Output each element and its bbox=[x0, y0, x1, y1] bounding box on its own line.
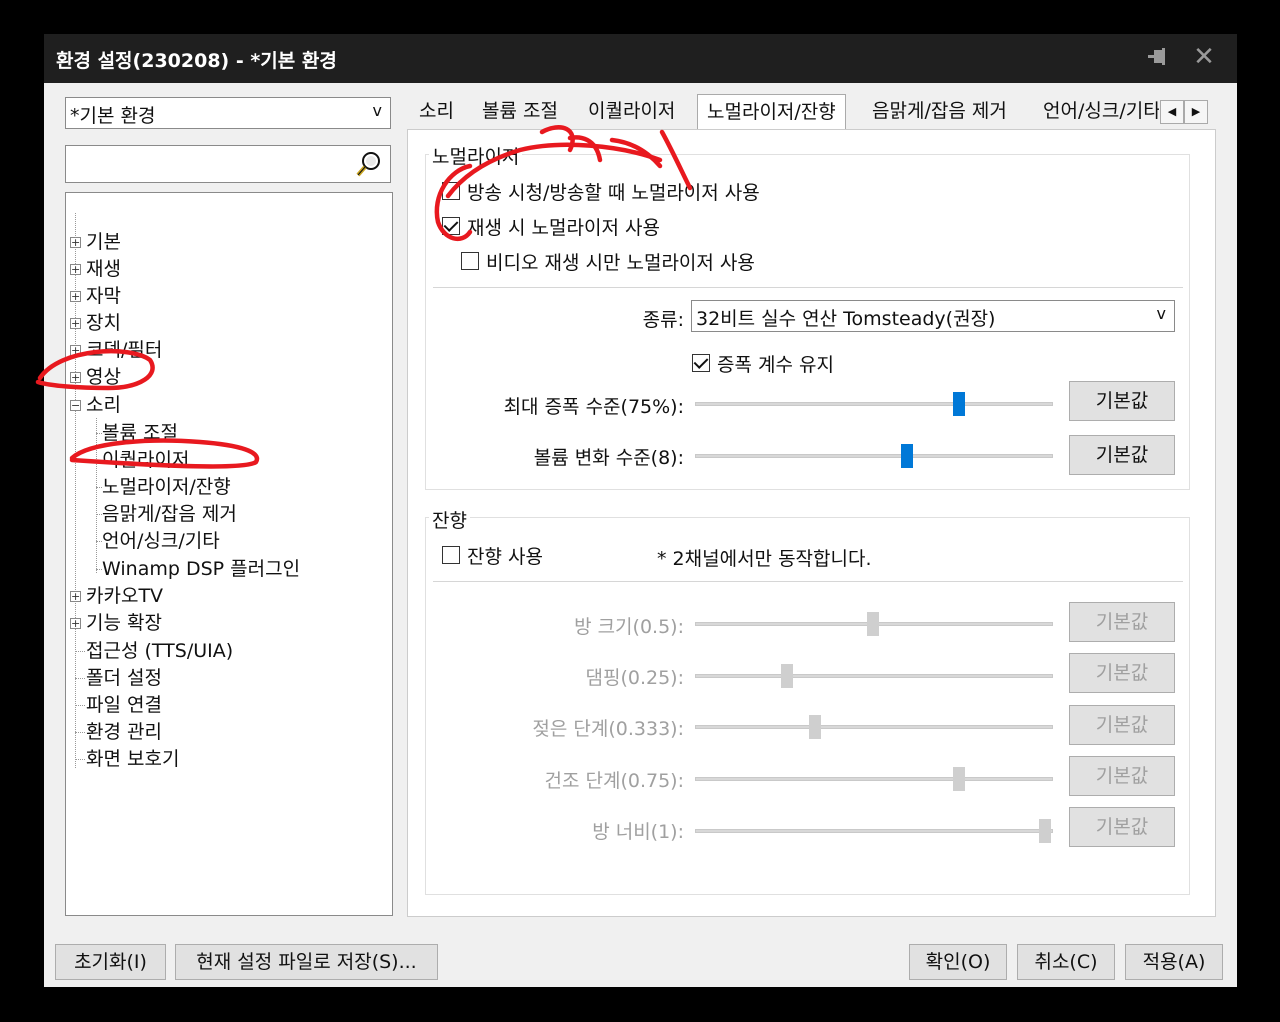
tab-panel: 노멀라이저 방송 시청/방송할 때 노멀라이저 사용 재생 시 노멀라이저 사용… bbox=[407, 129, 1216, 917]
normalizer-type-select[interactable]: 32비트 실수 연산 Tomsteady(권장) v bbox=[691, 300, 1175, 332]
damping-label: 댐핑(0.25): bbox=[585, 667, 685, 689]
expand-icon[interactable]: + bbox=[70, 345, 81, 356]
settings-tree: + 기본 + 재생 + 자막 + 장치 + 코덱/필터 + 영상 − 소리 볼륨 bbox=[65, 192, 393, 916]
preset-select[interactable]: *기본 환경 v bbox=[65, 97, 391, 129]
dry-level-slider[interactable] bbox=[695, 777, 1053, 781]
tree-item-file-association[interactable]: 파일 연결 bbox=[86, 692, 162, 718]
keep-gain-label: 증폭 계수 유지 bbox=[717, 354, 834, 376]
expand-icon[interactable]: + bbox=[70, 264, 81, 275]
reverb-enable-checkbox[interactable] bbox=[442, 546, 460, 564]
tab-equalizer[interactable]: 이퀄라이저 bbox=[588, 96, 675, 128]
max-gain-label: 최대 증폭 수준(75%): bbox=[503, 396, 684, 418]
room-size-slider-thumb[interactable] bbox=[867, 612, 879, 636]
preset-value: *기본 환경 bbox=[70, 105, 156, 127]
room-size-default-button[interactable]: 기본값 bbox=[1069, 602, 1175, 642]
cancel-button[interactable]: 취소(C) bbox=[1017, 944, 1115, 980]
expand-icon[interactable]: + bbox=[70, 237, 81, 248]
playback-normalizer-checkbox[interactable] bbox=[442, 217, 460, 235]
tree-item-screensaver[interactable]: 화면 보호기 bbox=[86, 746, 179, 772]
title-bar: 환경 설정(230208) - *기본 환경 ✕ bbox=[44, 34, 1237, 83]
tab-scroll-right-icon[interactable]: ▶ bbox=[1184, 100, 1208, 124]
tab-scroll-left-icon[interactable]: ◀ bbox=[1160, 100, 1184, 124]
playback-normalizer-label: 재생 시 노멀라이저 사용 bbox=[467, 217, 660, 239]
tree-item-language-sync[interactable]: 언어/싱크/기타 bbox=[102, 528, 220, 554]
volume-change-default-button[interactable]: 기본값 bbox=[1069, 435, 1175, 475]
expand-icon[interactable]: + bbox=[70, 318, 81, 329]
tab-language-sync[interactable]: 언어/싱크/기타 bbox=[1043, 96, 1159, 128]
reverb-note: * 2채널에서만 동작합니다. bbox=[657, 548, 872, 570]
max-gain-slider[interactable] bbox=[695, 402, 1053, 406]
normalizer-type-label: 종류: bbox=[642, 309, 684, 331]
max-gain-default-button[interactable]: 기본값 bbox=[1069, 381, 1175, 421]
wet-level-slider[interactable] bbox=[695, 725, 1053, 729]
broadcast-normalizer-checkbox[interactable] bbox=[442, 182, 460, 200]
normalizer-type-value: 32비트 실수 연산 Tomsteady(권장) bbox=[696, 308, 996, 330]
save-to-file-button[interactable]: 현재 설정 파일로 저장(S)... bbox=[175, 944, 438, 980]
reverb-group-label: 잔향 bbox=[429, 506, 470, 533]
wet-level-slider-thumb[interactable] bbox=[809, 715, 821, 739]
tree-item-volume-control[interactable]: 볼륨 조절 bbox=[102, 420, 178, 446]
max-gain-slider-thumb[interactable] bbox=[953, 392, 965, 416]
chevron-down-icon: v bbox=[372, 101, 382, 120]
volume-change-slider[interactable] bbox=[695, 454, 1053, 458]
volume-change-slider-thumb[interactable] bbox=[901, 444, 913, 468]
tree-item-accessibility[interactable]: 접근성 (TTS/UIA) bbox=[86, 638, 233, 664]
reset-button[interactable]: 초기화(I) bbox=[55, 944, 166, 980]
room-size-label: 방 크기(0.5): bbox=[574, 616, 684, 638]
expand-icon[interactable]: + bbox=[70, 618, 81, 629]
broadcast-normalizer-label: 방송 시청/방송할 때 노멀라이저 사용 bbox=[467, 182, 760, 204]
collapse-icon[interactable]: − bbox=[70, 400, 81, 411]
wet-level-default-button[interactable]: 기본값 bbox=[1069, 705, 1175, 745]
video-only-normalizer-label: 비디오 재생 시만 노멀라이저 사용 bbox=[486, 252, 755, 274]
tree-item-preset-manager[interactable]: 환경 관리 bbox=[86, 719, 162, 745]
room-width-slider-thumb[interactable] bbox=[1039, 819, 1051, 843]
expand-icon[interactable]: + bbox=[70, 372, 81, 383]
reverb-enable-label: 잔향 사용 bbox=[467, 546, 543, 568]
keep-gain-checkbox[interactable] bbox=[692, 354, 710, 372]
tree-item-normalizer-reverb[interactable]: 노멀라이저/잔향 bbox=[102, 474, 231, 500]
settings-window: 환경 설정(230208) - *기본 환경 ✕ *기본 환경 v + 기본 + bbox=[44, 34, 1237, 987]
wet-level-label: 젖은 단계(0.333): bbox=[532, 718, 684, 740]
normalizer-group-label: 노멀라이저 bbox=[429, 142, 523, 169]
expand-icon[interactable]: + bbox=[70, 591, 81, 602]
close-icon[interactable]: ✕ bbox=[1190, 43, 1218, 71]
damping-slider-thumb[interactable] bbox=[781, 664, 793, 688]
volume-change-label: 볼륨 변화 수준(8): bbox=[533, 447, 684, 469]
tab-volume-control[interactable]: 볼륨 조절 bbox=[482, 96, 558, 128]
ok-button[interactable]: 확인(O) bbox=[909, 944, 1007, 980]
room-width-slider[interactable] bbox=[695, 829, 1053, 833]
video-only-normalizer-checkbox[interactable] bbox=[461, 252, 479, 270]
damping-slider[interactable] bbox=[695, 674, 1053, 678]
search-input[interactable] bbox=[65, 145, 391, 183]
tree-item-winamp-dsp[interactable]: Winamp DSP 플러그인 bbox=[102, 556, 300, 582]
pin-icon[interactable] bbox=[1146, 46, 1170, 70]
magnifier-icon[interactable] bbox=[354, 149, 384, 179]
dry-level-default-button[interactable]: 기본값 bbox=[1069, 756, 1175, 796]
tree-item-clear-noise[interactable]: 음맑게/잡음 제거 bbox=[102, 501, 237, 527]
window-title: 환경 설정(230208) - *기본 환경 bbox=[56, 50, 337, 72]
tab-clear-noise[interactable]: 음맑게/잡음 제거 bbox=[872, 96, 1007, 128]
tab-sound[interactable]: 소리 bbox=[419, 96, 454, 128]
room-width-default-button[interactable]: 기본값 bbox=[1069, 807, 1175, 847]
tab-normalizer-reverb[interactable]: 노멀라이저/잔향 bbox=[697, 94, 846, 131]
dry-level-slider-thumb[interactable] bbox=[953, 767, 965, 791]
expand-icon[interactable]: + bbox=[70, 291, 81, 302]
tree-item-equalizer[interactable]: 이퀄라이저 bbox=[102, 447, 189, 473]
damping-default-button[interactable]: 기본값 bbox=[1069, 653, 1175, 693]
apply-button[interactable]: 적용(A) bbox=[1125, 944, 1223, 980]
tree-item-folder-settings[interactable]: 폴더 설정 bbox=[86, 665, 162, 691]
room-width-label: 방 너비(1): bbox=[592, 821, 684, 843]
dry-level-label: 건조 단계(0.75): bbox=[544, 770, 685, 792]
chevron-down-icon: v bbox=[1156, 304, 1166, 323]
